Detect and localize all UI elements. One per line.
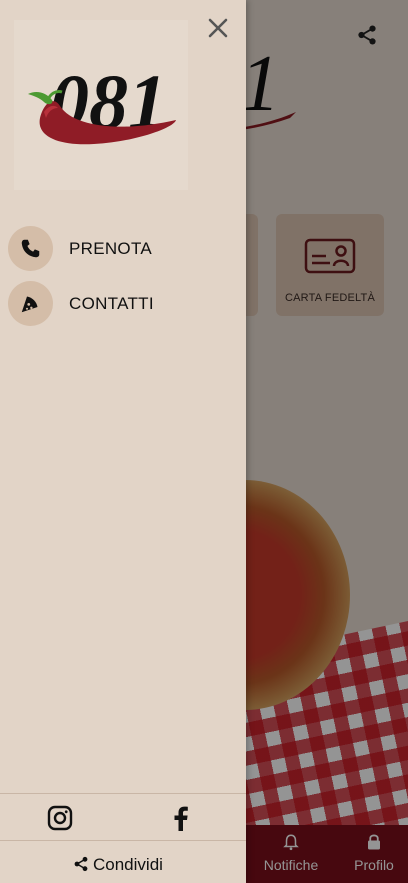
share-label: Condividi	[93, 855, 163, 874]
brand-logo: 081	[14, 20, 188, 190]
menu-item-label: CONTATTI	[69, 294, 154, 313]
menu-item-prenota[interactable]: PRENOTA	[8, 226, 238, 272]
phone-icon	[21, 239, 40, 258]
close-icon[interactable]	[206, 16, 230, 40]
pizza-slice-icon-circle	[8, 281, 53, 326]
pizza-slice-icon	[21, 296, 38, 313]
phone-icon-circle	[8, 226, 53, 271]
menu-item-contatti[interactable]: CONTATTI	[8, 281, 238, 327]
facebook-icon[interactable]	[168, 805, 194, 831]
side-drawer: 081 PRENOTA CONTATTI Condividi	[0, 0, 246, 883]
menu-item-label: PRENOTA	[69, 239, 153, 258]
divider	[0, 793, 246, 794]
instagram-icon[interactable]	[47, 805, 73, 831]
share-button[interactable]: Condividi	[0, 841, 246, 883]
share-icon	[74, 856, 88, 872]
